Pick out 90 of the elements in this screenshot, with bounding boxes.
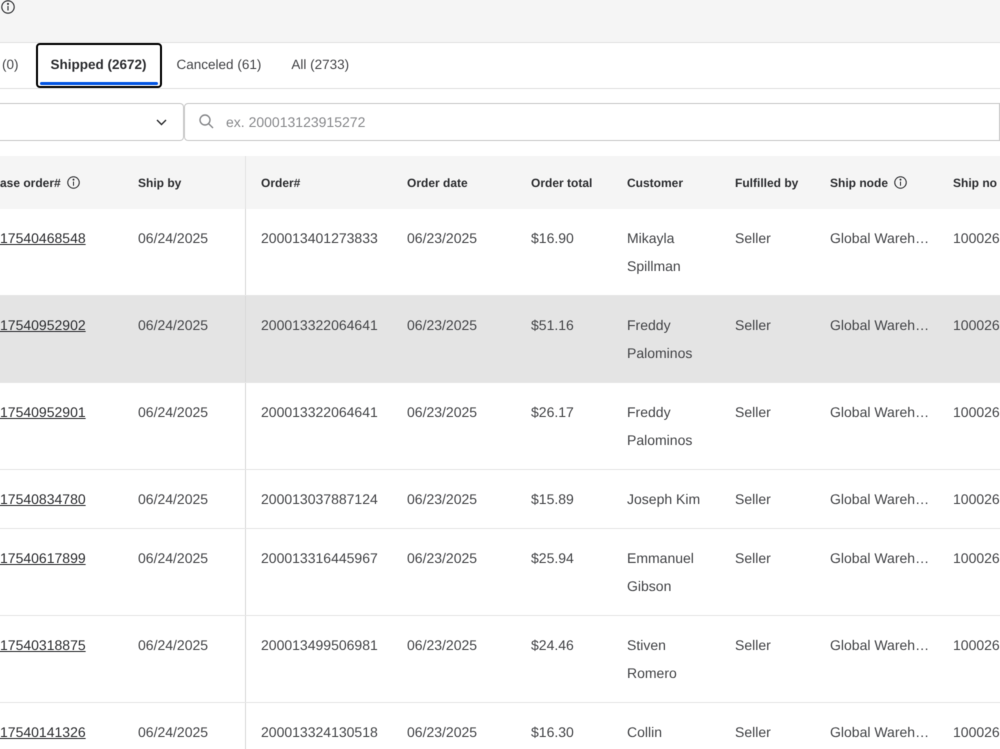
table-cell-text: 06/23/2025 (406, 636, 478, 655)
table-cell-text: 200013401273833 (260, 229, 379, 248)
table-cell-text: 200013322064641 (260, 316, 379, 335)
table-row[interactable]: 17540468548 06/24/2025 200013401273833 06/23/2025 $16.90 Mikayla Spillman Seller Global Wareh… 100026 (0, 209, 1000, 296)
table-cell-text: Freddy Palominos (626, 403, 694, 450)
table-cell-text: 200013499506981 (260, 636, 379, 655)
table-cell-text: $16.90 (530, 229, 575, 248)
table-cell: 06/24/2025 (123, 529, 246, 615)
table-cell-text: 100026 (952, 490, 1000, 509)
search-icon (199, 114, 214, 129)
table-cell-text: 200013324130518 (260, 723, 379, 742)
table-cell-text: Mikayla Spillman (626, 229, 682, 276)
table-cell-text: $15.89 (530, 490, 575, 509)
table-cell-text: Seller (734, 229, 772, 248)
dropdown-field[interactable] (0, 103, 184, 141)
table-cell-text: Joseph Kim (626, 490, 702, 509)
column-header: Customer (627, 174, 684, 192)
order-link[interactable]: 17540834780 (0, 491, 86, 507)
table-cell: 06/24/2025 (123, 209, 246, 295)
search-field[interactable]: ex. 200013123915272 (184, 103, 1000, 141)
tab[interactable]: All (2733) (276, 43, 364, 88)
table-cell-text: 06/23/2025 (406, 490, 478, 509)
order-link[interactable]: 17540318875 (0, 637, 86, 653)
table-cell-text: 100026 (952, 316, 1000, 335)
table-cell-text: 200013037887124 (260, 490, 379, 509)
table-cell: 06/24/2025 (123, 296, 246, 382)
table-cell-text: 06/23/2025 (406, 723, 478, 742)
table-cell-text: 100026 (952, 549, 1000, 568)
table-cell-text: $24.46 (530, 636, 575, 655)
table-cell-text: Seller (734, 403, 772, 422)
table-cell-text: Emmanuel Gibson (626, 549, 695, 596)
info-icon (1, 0, 15, 14)
table-cell-text: Global Wareh… (829, 549, 930, 568)
table-row[interactable]: 17540318875 06/24/2025 200013499506981 06/23/2025 $24.46 Stiven Romero Seller Global Wareh… 100026 (0, 616, 1000, 703)
table-cell: 06/24/2025 (123, 703, 246, 749)
table-cell-text: Seller (734, 549, 772, 568)
table-cell-text: Seller (734, 723, 772, 742)
table-cell-text: Seller (734, 636, 772, 655)
info-icon[interactable] (66, 176, 80, 189)
table-cell-text: $16.30 (530, 723, 575, 742)
column-header: Order total (531, 174, 592, 192)
table-cell-text: 200013316445967 (260, 549, 379, 568)
table-cell-text: Global Wareh… (829, 636, 930, 655)
table-row[interactable]: 17540952902 06/24/2025 200013322064641 06/23/2025 $51.16 Freddy Palominos Seller Global Wareh… 100026 (0, 296, 1000, 383)
info-icon[interactable] (894, 176, 907, 189)
table-cell-text: Global Wareh… (829, 316, 930, 335)
column-header: Fulfilled by (735, 174, 798, 192)
table-row[interactable]: 17540141326 06/24/2025 200013324130518 06/23/2025 $16.30 Collin Seller Global Wareh… 100026 (0, 703, 1000, 749)
table-cell-text: Global Wareh… (829, 723, 930, 742)
table-cell-text: Seller (734, 316, 772, 335)
table-cell: 06/24/2025 (123, 470, 246, 528)
table-row[interactable]: 17540617899 06/24/2025 200013316445967 06/23/2025 $25.94 Emmanuel Gibson Seller Global Wareh… 100026 (0, 529, 1000, 616)
table-cell-text: 06/23/2025 (406, 403, 478, 422)
table-cell-text: $51.16 (530, 316, 575, 335)
table-cell-text: 06/23/2025 (406, 316, 478, 335)
order-link[interactable]: 17540617899 (0, 550, 86, 566)
column-header: Ship by (138, 174, 182, 192)
column-header: Order# (261, 174, 300, 192)
column-header: Ship no (953, 174, 997, 192)
tab[interactable]: Canceled (61) (162, 43, 276, 88)
table-cell-text: Collin (626, 723, 664, 742)
table-cell: 06/24/2025 (123, 616, 246, 702)
chevron-down-icon (156, 118, 167, 126)
tab[interactable]: Shipped (2672) (36, 43, 162, 88)
table-row[interactable]: 17540952901 06/24/2025 200013322064641 06/23/2025 $26.17 Freddy Palominos Seller Global Wareh… 100026 (0, 383, 1000, 470)
table-cell-text: Freddy Palominos (626, 316, 694, 363)
order-link[interactable]: 17540141326 (0, 724, 86, 740)
table-cell-text: 06/23/2025 (406, 229, 478, 248)
table-cell-text: Global Wareh… (829, 403, 930, 422)
column-header: Order date (407, 174, 468, 192)
column-header: Ship node (830, 174, 888, 192)
table-cell-text: 100026 (952, 636, 1000, 655)
table-cell-text: 200013322064641 (260, 403, 379, 422)
table-cell-text: Global Wareh… (829, 490, 930, 509)
column-header: ase order# (0, 174, 61, 192)
table-cell-text: Stiven Romero (626, 636, 678, 683)
table-cell-text: 100026 (952, 723, 1000, 742)
order-link[interactable]: 17540468548 (0, 230, 86, 246)
table-cell-text: $26.17 (530, 403, 575, 422)
table-cell-text: 100026 (952, 403, 1000, 422)
table-cell: 06/24/2025 (123, 383, 246, 469)
table-cell-text: 100026 (952, 229, 1000, 248)
tab[interactable]: (0) (0, 43, 36, 88)
table-cell-text: Global Wareh… (829, 229, 930, 248)
order-link[interactable]: 17540952902 (0, 317, 86, 333)
table-cell-text: Seller (734, 490, 772, 509)
table-row[interactable]: 17540834780 06/24/2025 200013037887124 06/23/2025 $15.89 Joseph Kim Seller Global Wareh… 100026 (0, 470, 1000, 529)
table-cell-text: $25.94 (530, 549, 575, 568)
table-cell-text: 06/23/2025 (406, 549, 478, 568)
order-link[interactable]: 17540952901 (0, 404, 86, 420)
